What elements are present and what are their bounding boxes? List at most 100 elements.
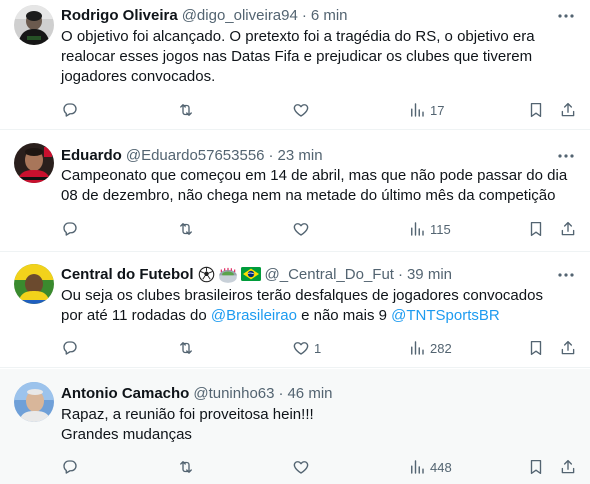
bookmark-button[interactable] [527, 338, 545, 358]
bookmark-icon [530, 459, 542, 475]
tweet-header: Antonio Camacho @tuninho63 · 46 min [61, 383, 333, 403]
action-bar: 17 [61, 100, 578, 120]
display-name[interactable]: Eduardo [61, 147, 122, 164]
reply-feed: Rodrigo Oliveira @digo_oliveira94 · 6 mi… [0, 0, 590, 484]
tweet-text: Campeonato que começou em 14 de abril, m… [61, 166, 571, 206]
tweet-text-line: Ou seja os clubes brasileiros terão desf… [61, 287, 543, 304]
text-segment: por até 11 rodadas do [61, 307, 211, 324]
display-name[interactable]: Central do Futebol [61, 266, 194, 283]
text-segment: e não mais 9 [296, 307, 392, 324]
user-handle[interactable]: @Eduardo57653556 [126, 147, 265, 164]
reply-icon [63, 103, 77, 117]
user-handle[interactable]: @tuninho63 [193, 385, 274, 402]
display-name[interactable]: Rodrigo Oliveira [61, 7, 178, 24]
avatar[interactable] [14, 5, 54, 45]
brazil-flag-icon [240, 267, 261, 281]
like-button[interactable] [292, 457, 310, 477]
views-icon [411, 341, 424, 355]
timestamp[interactable]: 46 min [287, 385, 332, 402]
reply-button[interactable] [61, 100, 79, 120]
share-button[interactable] [559, 219, 577, 239]
retweet-button[interactable] [176, 457, 196, 477]
views-count: 282 [430, 340, 452, 356]
mention-link-tntsportsbr[interactable]: @TNTSportsBR [391, 307, 500, 324]
separator-dot: · [397, 265, 403, 283]
tweet-text-line: realocar esses jogos nas Datas Fifa e pr… [61, 48, 533, 65]
display-name[interactable]: Antonio Camacho [61, 385, 189, 402]
tweet-eduardo[interactable]: Eduardo @Eduardo57653556 · 23 min Campeo… [0, 131, 590, 252]
action-bar: 115 [61, 219, 578, 239]
tweet-text-line: Campeonato que começou em 14 de abril, m… [61, 167, 568, 184]
share-button[interactable] [559, 457, 577, 477]
retweet-button[interactable] [176, 338, 196, 358]
share-icon [561, 221, 575, 236]
bookmark-button[interactable] [527, 219, 545, 239]
share-button[interactable] [559, 338, 577, 358]
reply-button[interactable] [61, 219, 79, 239]
retweet-button[interactable] [176, 100, 196, 120]
tweet-antonio-camacho[interactable]: Antonio Camacho @tuninho63 · 46 min Rapa… [0, 369, 590, 484]
tweet-text-line: jogadores convocados. [61, 68, 216, 85]
avatar[interactable] [14, 382, 54, 422]
name-emojis [198, 266, 261, 283]
bookmark-icon [530, 340, 542, 356]
tweet-text-line: por até 11 rodadas do @Brasileirao e não… [61, 306, 571, 326]
views-button[interactable]: 115 [408, 219, 451, 239]
tweet-text-line: O objetivo foi alcançado. O pretexto foi… [61, 28, 535, 45]
like-button[interactable] [292, 219, 310, 239]
tweet-text-line: Grandes mudanças [61, 426, 192, 443]
more-icon[interactable] [556, 265, 576, 285]
action-bar: 1 282 [61, 338, 578, 358]
views-icon [411, 460, 424, 474]
timestamp[interactable]: 23 min [278, 147, 323, 164]
views-button[interactable]: 17 [408, 100, 444, 120]
retweet-button[interactable] [176, 219, 196, 239]
retweet-icon [180, 104, 192, 116]
stadium-icon [218, 267, 237, 283]
like-icon [293, 104, 309, 117]
reply-icon [63, 460, 77, 474]
retweet-icon [180, 342, 192, 354]
timestamp[interactable]: 6 min [311, 7, 348, 24]
views-button[interactable]: 448 [408, 457, 452, 477]
action-bar: 448 [61, 457, 578, 477]
bookmark-icon [530, 102, 542, 118]
mention-link-brasileirao[interactable]: @Brasileirao [211, 307, 297, 324]
like-button[interactable] [292, 100, 310, 120]
separator-dot: · [268, 146, 274, 164]
like-icon [293, 223, 309, 236]
user-handle[interactable]: @_Central_Do_Fut [265, 266, 394, 283]
bookmark-button[interactable] [527, 457, 545, 477]
share-icon [561, 102, 575, 117]
tweet-text: Ou seja os clubes brasileiros terão desf… [61, 286, 571, 326]
tweet-text: Rapaz, a reunião foi proveitosa hein!!! … [61, 405, 571, 445]
reply-button[interactable] [61, 338, 79, 358]
more-icon[interactable] [556, 146, 576, 166]
views-icon [411, 103, 424, 117]
tweet-text-line: 08 de dezembro, não chega nem na metade … [61, 187, 556, 204]
bookmark-button[interactable] [527, 100, 545, 120]
retweet-icon [180, 461, 192, 473]
share-icon [561, 340, 575, 355]
avatar[interactable] [14, 143, 54, 183]
tweet-header: Central do Futebol @_Central_Do_Fut · 39… [61, 264, 452, 284]
separator-dot: · [301, 6, 307, 24]
timestamp[interactable]: 39 min [407, 266, 452, 283]
user-handle[interactable]: @digo_oliveira94 [182, 7, 298, 24]
likes-count: 1 [314, 340, 322, 356]
share-button[interactable] [559, 100, 577, 120]
like-icon [293, 342, 309, 355]
views-button[interactable]: 282 [408, 338, 452, 358]
like-button[interactable]: 1 [292, 338, 321, 358]
tweet-header: Rodrigo Oliveira @digo_oliveira94 · 6 mi… [61, 5, 348, 25]
like-icon [293, 461, 309, 474]
tweet-rodrigo[interactable]: Rodrigo Oliveira @digo_oliveira94 · 6 mi… [0, 0, 590, 130]
more-icon[interactable] [556, 6, 576, 26]
views-count: 115 [430, 221, 451, 237]
reply-icon [63, 341, 77, 355]
tweet-text-line: Rapaz, a reunião foi proveitosa hein!!! [61, 406, 314, 423]
reply-button[interactable] [61, 457, 79, 477]
tweet-central-do-futebol[interactable]: Central do Futebol @_Central_Do_Fut · 39… [0, 253, 590, 368]
avatar[interactable] [14, 264, 54, 304]
soccer-ball-icon [198, 266, 214, 282]
